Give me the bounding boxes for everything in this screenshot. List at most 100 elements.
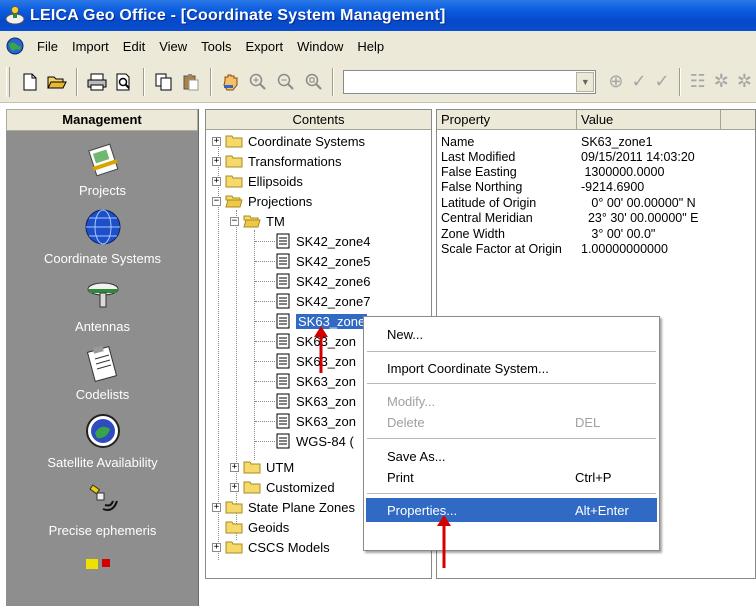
tree-leaf[interactable]: SK63_zon xyxy=(276,391,356,411)
menu-item-label: Import Coordinate System... xyxy=(387,360,549,376)
toolbar-grip[interactable] xyxy=(6,66,10,97)
expand-icon[interactable]: + xyxy=(212,176,221,186)
expand-icon[interactable]: + xyxy=(212,542,221,552)
menu-import[interactable]: Import xyxy=(65,39,116,54)
survey-tool-icon[interactable]: ✲ xyxy=(714,71,729,92)
column-header-property[interactable]: Property xyxy=(437,110,577,129)
measure-multi-icon[interactable]: ✓ xyxy=(655,71,670,92)
property-row[interactable]: Last Modified 09/15/2011 14:03:20 xyxy=(441,150,695,164)
zoom-out-button[interactable] xyxy=(274,70,298,94)
title-bar[interactable]: LEICA Geo Office - [Coordinate System Ma… xyxy=(0,0,756,31)
expand-icon[interactable]: + xyxy=(230,482,239,492)
mgmt-precise-ephemeris[interactable]: Precise ephemeris xyxy=(6,479,199,538)
mgmt-projects[interactable]: Projects xyxy=(6,139,199,198)
globe-icon[interactable] xyxy=(6,37,24,55)
property-row[interactable]: Name SK63_zone1 xyxy=(441,135,653,149)
tree-node-coordinate-systems[interactable]: + Coordinate Systems xyxy=(212,131,365,151)
tree-connector xyxy=(255,281,275,282)
property-row[interactable]: False Northing -9214.6900 xyxy=(441,180,644,194)
tree-node-geoids[interactable]: Geoids xyxy=(225,517,289,537)
zoom-in-button[interactable] xyxy=(247,70,271,94)
property-row[interactable]: False Easting 1300000.0000 xyxy=(441,165,664,179)
tree-label: State Plane Zones xyxy=(248,499,355,515)
mgmt-coordinate-systems[interactable]: Coordinate Systems xyxy=(6,207,199,266)
mgmt-satellite-availability[interactable]: Satellite Availability xyxy=(6,411,199,470)
print-preview-button[interactable] xyxy=(113,70,137,94)
expand-icon[interactable]: + xyxy=(212,136,221,146)
survey-tool-2-icon[interactable]: ✲ xyxy=(737,71,752,92)
menu-item-label: New... xyxy=(387,326,424,342)
menu-item-label: Print xyxy=(387,469,414,485)
open-button[interactable] xyxy=(46,70,70,94)
tree-leaf[interactable]: WGS-84 ( xyxy=(276,431,354,451)
tree-leaf[interactable]: SK42_zone6 xyxy=(276,271,370,291)
tree-node-cscs-models[interactable]: + CSCS Models xyxy=(212,537,330,557)
menu-item-properties[interactable]: Properties... Alt+Enter xyxy=(366,498,657,522)
menu-file[interactable]: File xyxy=(30,39,65,54)
paste-button[interactable] xyxy=(180,70,204,94)
menu-separator xyxy=(367,438,656,439)
menu-item-new[interactable]: New... xyxy=(366,322,657,346)
tree-leaf[interactable]: SK63_zon xyxy=(276,411,356,431)
property-row[interactable]: Scale Factor at Origin 1.00000000000 xyxy=(441,242,668,256)
collapse-icon[interactable]: − xyxy=(230,216,239,226)
menu-item-delete[interactable]: Delete DEL xyxy=(366,410,657,434)
document-icon xyxy=(276,333,290,349)
tree-leaf[interactable]: SK42_zone5 xyxy=(276,251,370,271)
tree-node-state-plane-zones[interactable]: + State Plane Zones xyxy=(212,497,355,517)
mgmt-antennas[interactable]: Antennas xyxy=(6,275,199,334)
tree-label: SK42_zone4 xyxy=(296,233,371,249)
column-header-value[interactable]: Value xyxy=(577,110,721,129)
tree-node-customized[interactable]: + Customized xyxy=(230,477,335,497)
tree-label: SK63_zon xyxy=(296,373,356,389)
document-icon xyxy=(276,233,290,249)
menu-edit[interactable]: Edit xyxy=(116,39,152,54)
menu-window[interactable]: Window xyxy=(290,39,350,54)
copy-icon xyxy=(155,73,172,90)
tree-node-ellipsoids[interactable]: + Ellipsoids xyxy=(212,171,303,191)
document-icon xyxy=(276,253,290,269)
copy-button[interactable] xyxy=(152,70,176,94)
folder-icon xyxy=(243,461,261,474)
zoom-fit-button[interactable] xyxy=(302,70,326,94)
tree-node-transformations[interactable]: + Transformations xyxy=(212,151,341,171)
satellite-icon xyxy=(88,484,118,511)
toolbar-combo[interactable]: ▼ xyxy=(343,69,597,94)
menu-help[interactable]: Help xyxy=(350,39,391,54)
tree-label: Ellipsoids xyxy=(248,173,303,189)
expand-icon[interactable]: + xyxy=(212,156,221,166)
chevron-down-icon[interactable]: ▼ xyxy=(576,71,595,92)
contents-header[interactable]: Contents xyxy=(206,110,431,130)
tree-leaf[interactable]: SK42_zone4 xyxy=(276,231,370,251)
tree-node-tm[interactable]: − TM xyxy=(230,211,285,231)
print-button[interactable] xyxy=(85,70,109,94)
target-icon[interactable]: ⊕ xyxy=(608,71,623,92)
menu-view[interactable]: View xyxy=(152,39,194,54)
tree-node-projections[interactable]: − Projections xyxy=(212,191,312,211)
expand-icon[interactable]: + xyxy=(212,502,221,512)
folder-icon xyxy=(225,541,243,554)
pan-button[interactable] xyxy=(219,70,243,94)
zoom-out-icon xyxy=(277,73,294,90)
collapse-icon[interactable]: − xyxy=(212,196,221,206)
property-row[interactable]: Latitude of Origin 0° 00' 00.00000" N xyxy=(441,196,696,210)
tree-leaf[interactable]: SK42_zone7 xyxy=(276,291,370,311)
next-item-icon-partial xyxy=(102,559,110,567)
survey-icon[interactable]: ☷ xyxy=(690,71,706,92)
print-preview-icon xyxy=(116,73,131,90)
document-icon xyxy=(276,293,290,309)
expand-icon[interactable]: + xyxy=(230,462,239,472)
menu-item-import-coordinate-system[interactable]: Import Coordinate System... xyxy=(366,356,657,380)
document-icon xyxy=(276,433,290,449)
measure-icon[interactable]: ✓ xyxy=(631,71,646,92)
window-title: LEICA Geo Office - [Coordinate System Ma… xyxy=(30,6,446,24)
menu-tools[interactable]: Tools xyxy=(194,39,238,54)
property-row[interactable]: Central Meridian 23° 30' 00.00000" E xyxy=(441,211,698,225)
tree-node-utm[interactable]: + UTM xyxy=(230,457,294,477)
new-file-button[interactable] xyxy=(18,70,42,94)
mgmt-codelists[interactable]: Codelists xyxy=(6,343,199,402)
property-key: Name xyxy=(441,135,475,149)
property-row[interactable]: Zone Width 3° 00' 00.0" xyxy=(441,227,655,241)
menu-item-print[interactable]: Print Ctrl+P xyxy=(366,465,657,489)
menu-export[interactable]: Export xyxy=(239,39,291,54)
